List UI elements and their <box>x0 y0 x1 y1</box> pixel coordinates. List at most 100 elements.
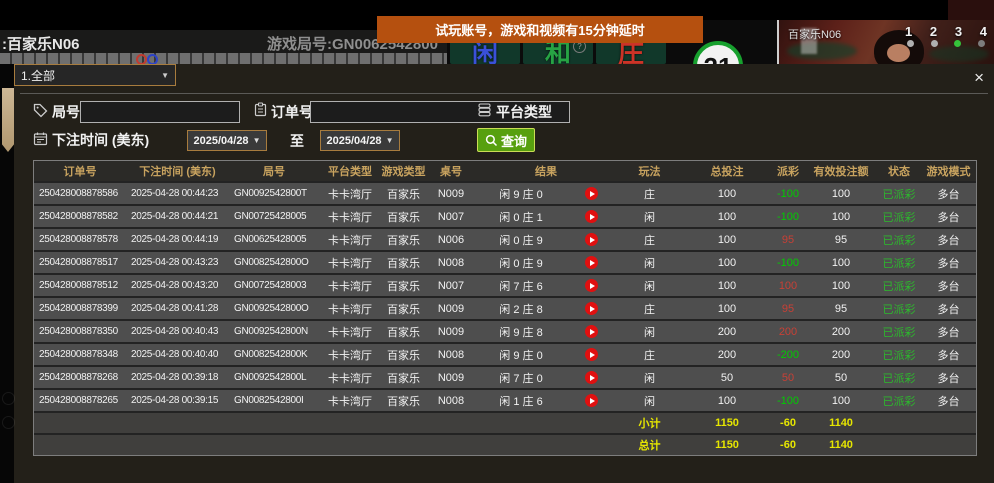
cell-play <box>566 394 616 407</box>
date-from-picker[interactable]: 2025/04/28 ▼ <box>187 130 267 151</box>
order-filter-label: 订单号 <box>271 102 313 122</box>
search-icon <box>485 134 498 147</box>
cell-platform: 卡卡湾厅 <box>319 324 381 340</box>
cell-payout: -100 <box>771 395 805 407</box>
cell-round-number: GN00725428003 <box>229 280 319 291</box>
header-11: 状态 <box>877 163 921 179</box>
cell-valid-bet: 100 <box>805 395 877 407</box>
cell-play <box>566 371 616 384</box>
play-icon[interactable] <box>585 233 598 246</box>
seat-status-dot <box>954 40 961 47</box>
table-row: 2504280088782682025-04-28 00:39:18GN0092… <box>34 365 976 388</box>
header-0: 订单号 <box>34 163 126 179</box>
summary-valid-bet: 1140 <box>805 439 877 451</box>
seat-number: 2 <box>930 24 937 39</box>
cell-game-mode: 多台 <box>921 301 976 317</box>
bet-history-modal: × 局号 订单号 平台类型 1.全部 ▼ 下注时间 (美东) 2025/04/2… <box>14 64 994 483</box>
cell-table-number: N007 <box>426 280 476 292</box>
cell-platform: 卡卡湾厅 <box>319 209 381 225</box>
video-peek-strip <box>948 0 994 20</box>
cell-total-bet: 100 <box>683 211 771 223</box>
cell-payout: 50 <box>771 372 805 384</box>
play-icon[interactable] <box>585 187 598 200</box>
cell-bet-time: 2025-04-28 00:39:18 <box>126 372 229 383</box>
header-4: 游戏类型 <box>381 163 426 179</box>
play-icon[interactable] <box>585 325 598 338</box>
cell-round-number: GN0082542800K <box>229 349 319 360</box>
cell-platform: 卡卡湾厅 <box>319 301 381 317</box>
close-icon[interactable]: × <box>974 69 984 86</box>
cell-platform: 卡卡湾厅 <box>319 255 381 271</box>
cell-platform: 卡卡湾厅 <box>319 186 381 202</box>
round-number-input[interactable] <box>80 101 240 123</box>
cell-valid-bet: 100 <box>805 188 877 200</box>
table-title: :百家乐N06 <box>2 33 80 54</box>
platform-type-select[interactable]: 1.全部 ▼ <box>14 64 176 86</box>
cell-result: 闲 0 庄 9 <box>476 232 566 248</box>
cell-result: 闲 9 庄 0 <box>476 347 566 363</box>
cell-valid-bet: 100 <box>805 211 877 223</box>
search-button[interactable]: 查询 <box>477 128 535 152</box>
cell-platform: 卡卡湾厅 <box>319 347 381 363</box>
chevron-down-icon: ▼ <box>386 136 394 145</box>
cell-total-bet: 100 <box>683 234 771 246</box>
cell-status: 已派彩 <box>877 301 921 317</box>
cell-bet-type: 庄 <box>616 186 683 202</box>
play-icon[interactable] <box>585 348 598 361</box>
play-icon[interactable] <box>585 371 598 384</box>
cell-play <box>566 210 616 223</box>
bet-table: 订单号下注时间 (美东)局号平台类型游戏类型桌号结果玩法总投注派彩有效投注额状态… <box>33 160 977 456</box>
cell-order: 250428008878586 <box>34 188 126 199</box>
cell-result: 闲 9 庄 0 <box>476 186 566 202</box>
roadmap-strip <box>0 53 447 64</box>
cell-bet-type: 闲 <box>616 209 683 225</box>
play-icon[interactable] <box>585 210 598 223</box>
cell-order: 250428008878582 <box>34 211 126 222</box>
cell-game-mode: 多台 <box>921 370 976 386</box>
cell-order: 250428008878517 <box>34 257 126 268</box>
cell-total-bet: 100 <box>683 257 771 269</box>
play-icon[interactable] <box>585 256 598 269</box>
table-row: 2504280088783992025-04-28 00:41:28GN0092… <box>34 296 976 319</box>
cell-bet-type: 闲 <box>616 278 683 294</box>
cell-order: 250428008878399 <box>34 303 126 314</box>
cell-total-bet: 100 <box>683 303 771 315</box>
header-8: 总投注 <box>683 163 771 179</box>
left-ribbon-tab[interactable] <box>2 88 14 152</box>
cell-bet-time: 2025-04-28 00:44:23 <box>126 188 229 199</box>
play-icon[interactable] <box>585 279 598 292</box>
cell-total-bet: 100 <box>683 395 771 407</box>
play-icon[interactable] <box>585 302 598 315</box>
date-to-picker[interactable]: 2025/04/28 ▼ <box>320 130 400 151</box>
summary-label: 小计 <box>616 415 683 431</box>
cell-table-number: N009 <box>426 326 476 338</box>
cell-result: 闲 0 庄 1 <box>476 209 566 225</box>
cell-round-number: GN00725428005 <box>229 211 319 222</box>
bet-spot-label: 闲 <box>472 40 498 66</box>
cell-status: 已派彩 <box>877 347 921 363</box>
cell-play <box>566 187 616 200</box>
video-table-shape <box>787 42 857 60</box>
cell-game-mode: 多台 <box>921 209 976 225</box>
table-row: 2504280088785782025-04-28 00:44:19GN0062… <box>34 227 976 250</box>
sidebar-ghost-icon <box>2 392 15 405</box>
cell-order: 250428008878348 <box>34 349 126 360</box>
bet-time-filter-label: 下注时间 (美东) <box>52 130 149 150</box>
cell-game-mode: 多台 <box>921 347 976 363</box>
subtotal-row: 小计1150-601140 <box>34 411 976 433</box>
cell-play <box>566 302 616 315</box>
cell-bet-time: 2025-04-28 00:43:20 <box>126 280 229 291</box>
cell-round-number: GN0082542800I <box>229 395 319 406</box>
cell-valid-bet: 100 <box>805 280 877 292</box>
cell-bet-time: 2025-04-28 00:40:43 <box>126 326 229 337</box>
tag-icon <box>33 103 48 118</box>
header-5: 桌号 <box>426 163 476 179</box>
cell-game-type: 百家乐 <box>381 232 426 248</box>
summary-label: 总计 <box>616 437 683 453</box>
cell-payout: -100 <box>771 211 805 223</box>
seat-status-dot <box>931 40 938 47</box>
play-icon[interactable] <box>585 394 598 407</box>
cell-bet-type: 闲 <box>616 370 683 386</box>
cell-bet-time: 2025-04-28 00:44:21 <box>126 211 229 222</box>
cell-bet-time: 2025-04-28 00:41:28 <box>126 303 229 314</box>
